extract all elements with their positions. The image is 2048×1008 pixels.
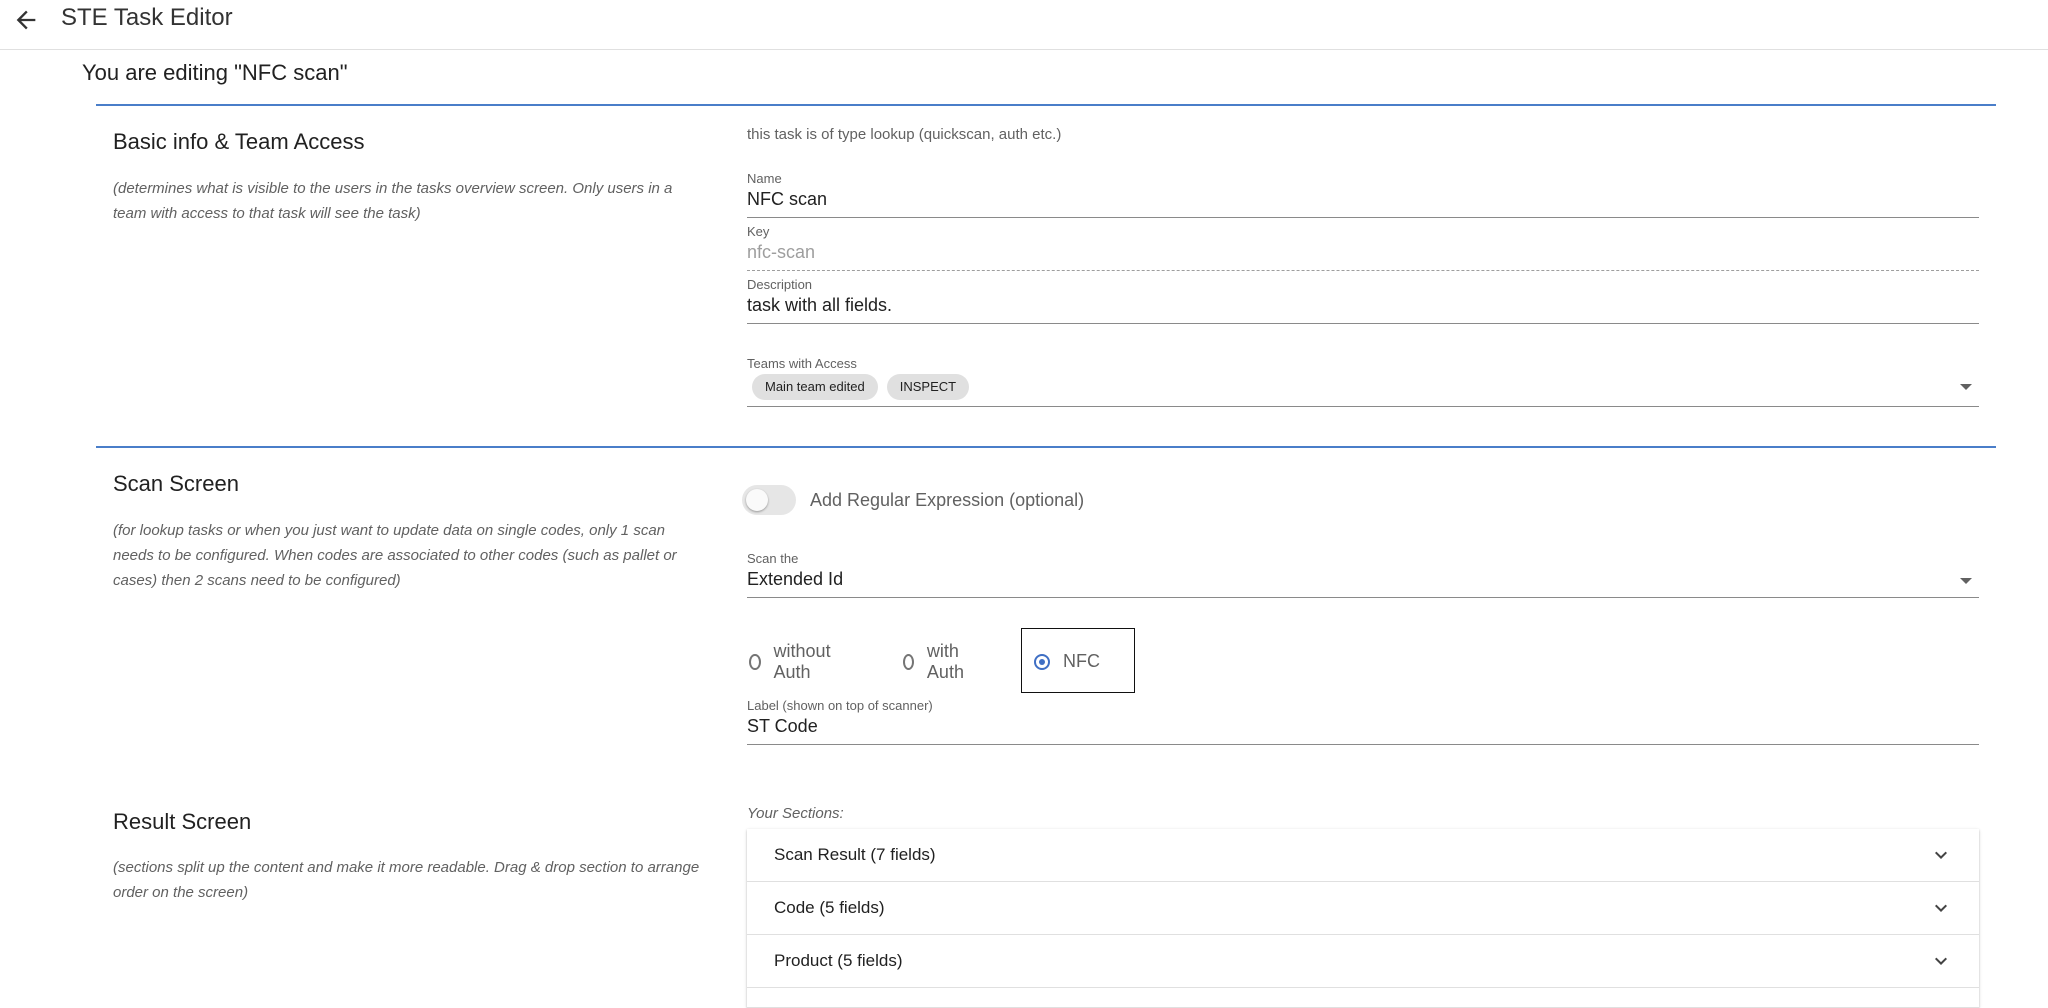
radio-circle[interactable] — [903, 653, 914, 670]
teams-select[interactable]: Teams with Access Main team edited INSPE… — [747, 356, 1979, 407]
key-label: Key — [747, 224, 770, 239]
section-divider — [96, 104, 1996, 106]
back-button[interactable] — [6, 4, 46, 36]
description-label: Description — [747, 277, 813, 292]
chevron-down-icon[interactable] — [1929, 896, 1953, 920]
accordion-title: Code (5 fields) — [774, 898, 885, 917]
accordion-item[interactable]: Scan Result (7 fields) — [747, 829, 1979, 882]
accordion-title: Product (5 fields) — [774, 951, 903, 970]
radio-label: NFC — [1063, 651, 1100, 671]
regex-toggle-label: Add Regular Expression (optional) — [810, 489, 1085, 510]
accordion-item[interactable]: Code (5 fields) — [747, 882, 1979, 935]
radio-label: with Auth — [926, 640, 964, 682]
arrow-left-icon — [16, 10, 36, 30]
accordion-item[interactable]: Product (5 fields) — [747, 935, 1979, 988]
sections-accordion: Scan Result (7 fields) Code (5 fields) P… — [747, 829, 1979, 1008]
teams-chips[interactable]: Main team edited INSPECT — [747, 372, 1979, 407]
description-field[interactable]: Description task with all fields. — [747, 277, 1979, 324]
radio-without-auth[interactable]: without Auth — [749, 628, 835, 695]
result-screen-description: (sections split up the content and make … — [113, 859, 700, 901]
scanner-label-label: Label (shown on top of scanner) — [747, 698, 933, 713]
scan-the-value[interactable]: Extended Id — [747, 567, 1979, 598]
chevron-down-icon[interactable] — [1929, 843, 1953, 867]
radio-with-auth[interactable]: with Auth — [903, 628, 969, 695]
regex-toggle[interactable]: Add Regular Expression (optional) — [742, 485, 1084, 515]
radio-circle-checked[interactable] — [1034, 653, 1050, 670]
your-sections-label: Your Sections: — [747, 805, 844, 822]
team-chip[interactable]: INSPECT — [886, 374, 970, 400]
key-field: Key nfc-scan — [747, 224, 1979, 271]
scanner-label-input[interactable]: ST Code — [747, 714, 1979, 745]
chevron-down-icon[interactable] — [1960, 384, 1972, 390]
scan-screen-title: Scan Screen — [113, 471, 239, 496]
toggle-thumb — [746, 489, 768, 511]
section-divider — [96, 446, 1996, 448]
name-field[interactable]: Name NFC scan — [747, 171, 1979, 218]
result-screen-title: Result Screen — [113, 809, 252, 834]
toggle-switch[interactable] — [742, 485, 796, 515]
basic-info-title: Basic info & Team Access — [113, 129, 365, 154]
name-input[interactable]: NFC scan — [747, 187, 1979, 218]
radio-label: without Auth — [773, 640, 831, 682]
description-input[interactable]: task with all fields. — [747, 293, 1979, 324]
scan-the-label: Scan the — [747, 551, 799, 566]
teams-label: Teams with Access — [747, 356, 857, 371]
editing-title: You are editing "NFC scan" — [82, 60, 348, 85]
accordion-title: Scan Result (7 fields) — [774, 845, 936, 864]
radio-nfc[interactable]: NFC — [1034, 628, 1100, 695]
task-type-note: this task is of type lookup (quickscan, … — [747, 126, 1062, 143]
radio-circle[interactable] — [749, 653, 761, 670]
chevron-down-icon[interactable] — [1929, 949, 1953, 973]
scanner-label-field[interactable]: Label (shown on top of scanner) ST Code — [747, 698, 1979, 745]
key-input: nfc-scan — [747, 240, 1979, 271]
scan-the-select[interactable]: Scan the Extended Id — [747, 551, 1979, 598]
basic-info-description: (determines what is visible to the users… — [113, 180, 673, 222]
name-label: Name — [747, 171, 782, 186]
app-title: STE Task Editor — [61, 4, 233, 31]
team-chip[interactable]: Main team edited — [752, 374, 878, 400]
app-bar: STE Task Editor — [0, 0, 2048, 50]
scan-screen-description: (for lookup tasks or when you just want … — [113, 522, 677, 589]
chevron-down-icon[interactable] — [1960, 578, 1972, 584]
accordion-item[interactable] — [747, 988, 1979, 1008]
